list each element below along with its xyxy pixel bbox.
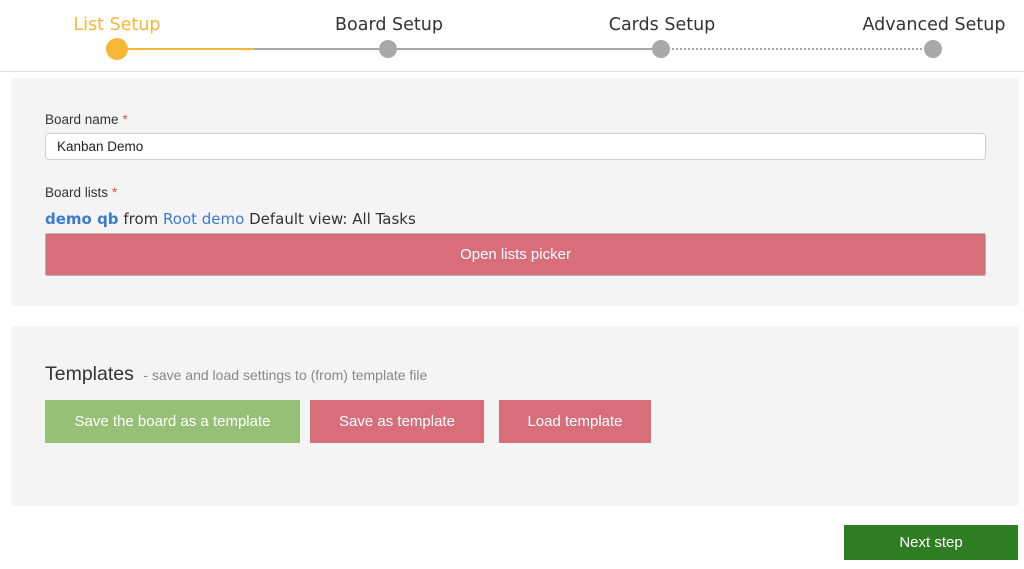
board-name-input[interactable] bbox=[45, 133, 986, 160]
templates-subtitle: - save and load settings to (from) templ… bbox=[143, 367, 428, 383]
templates-heading: Templates - save and load settings to (f… bbox=[45, 363, 427, 386]
step-list-setup-label[interactable]: List Setup bbox=[73, 15, 160, 35]
step-cards-setup-dot[interactable] bbox=[652, 40, 670, 58]
save-board-as-template-button[interactable]: Save the board as a template bbox=[45, 400, 300, 443]
step-connector-dotted bbox=[661, 48, 933, 50]
board-settings-panel: Board name* Board lists* demo qb from Ro… bbox=[12, 78, 1018, 304]
step-board-setup-dot[interactable] bbox=[379, 40, 397, 58]
list-name-link[interactable]: demo qb bbox=[45, 210, 119, 228]
next-step-button[interactable]: Next step bbox=[844, 525, 1018, 560]
setup-stepper: List Setup Board Setup Cards Setup Advan… bbox=[0, 0, 1024, 72]
step-connector bbox=[388, 48, 661, 50]
step-advanced-setup-label[interactable]: Advanced Setup bbox=[863, 15, 1006, 35]
source-link[interactable]: Root demo bbox=[163, 210, 244, 228]
templates-title: Templates bbox=[45, 363, 134, 385]
board-lists-label-text: Board lists bbox=[45, 185, 109, 200]
load-template-button[interactable]: Load template bbox=[499, 400, 651, 443]
step-list-setup-dot[interactable] bbox=[106, 38, 128, 60]
board-name-label: Board name * bbox=[45, 112, 128, 127]
step-cards-setup-label[interactable]: Cards Setup bbox=[609, 15, 716, 35]
from-text: from bbox=[123, 210, 159, 228]
open-lists-picker-button[interactable]: Open lists picker bbox=[45, 233, 986, 276]
step-board-setup-label[interactable]: Board Setup bbox=[335, 15, 443, 35]
step-connector bbox=[254, 48, 388, 50]
templates-panel: Templates - save and load settings to (f… bbox=[12, 326, 1018, 504]
board-name-label-text: Board name bbox=[45, 112, 119, 127]
selected-list-info: demo qb from Root demo Default view: All… bbox=[45, 210, 416, 228]
view-text: Default view: All Tasks bbox=[249, 210, 416, 228]
board-lists-label: Board lists * bbox=[45, 185, 117, 200]
step-advanced-setup-dot[interactable] bbox=[924, 40, 942, 58]
step-progress-line bbox=[117, 48, 254, 50]
save-as-template-button[interactable]: Save as template bbox=[310, 400, 484, 443]
required-marker: * bbox=[122, 112, 128, 127]
required-marker: * bbox=[112, 185, 118, 200]
